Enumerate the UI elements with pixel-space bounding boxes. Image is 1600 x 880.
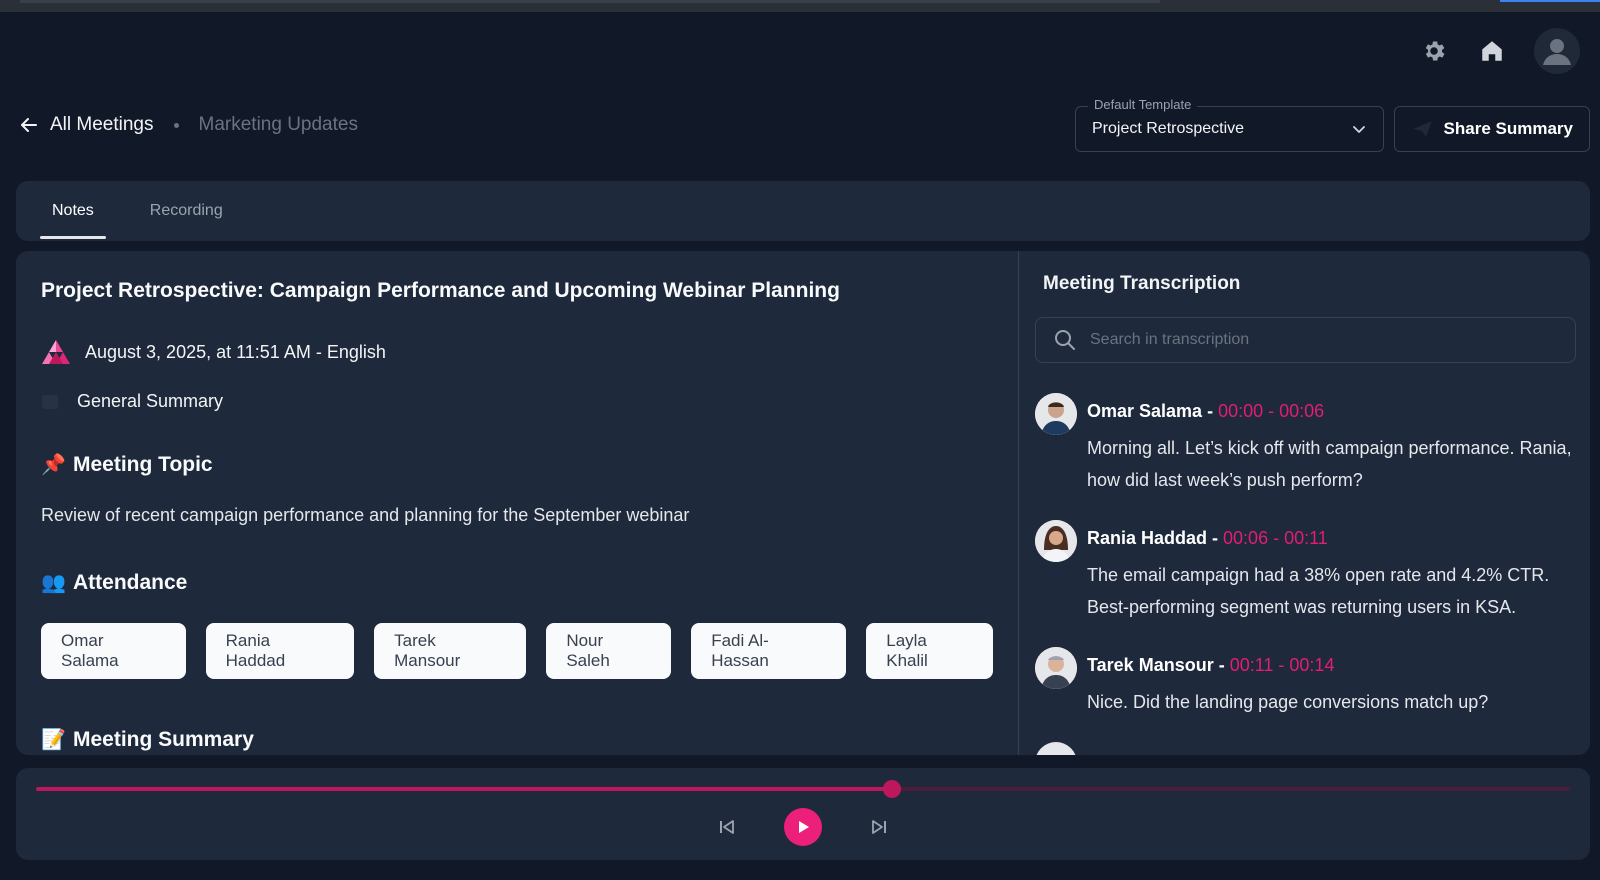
play-icon [799,821,809,833]
gear-icon[interactable] [1418,35,1450,67]
transcript-entry[interactable]: Omar Salama - 00:00 - 00:06 Morning all.… [1035,393,1574,496]
timestamp[interactable]: 00:06 - 00:11 [1223,528,1328,548]
home-icon[interactable] [1476,35,1508,67]
transcript-search-input[interactable] [1090,331,1557,349]
browser-strip [0,0,1600,12]
attendee-chip[interactable]: Fadi Al-Hassan [691,623,847,679]
speaker-avatar [1035,647,1077,689]
notes-title: Project Retrospective: Campaign Performa… [41,279,840,302]
attendee-chip[interactable]: Nour Saleh [546,623,672,679]
summary-heading: 📝 Meeting Summary [41,727,993,752]
play-button[interactable] [784,808,822,846]
template-select[interactable]: Default Template Project Retrospective [1075,97,1384,152]
strip-bar [20,0,1160,3]
speaker-name: Tarek Mansour [1087,655,1214,675]
attendance-heading: 👥 Attendance [41,570,993,595]
transcript-text: The email campaign had a 38% open rate a… [1087,565,1550,617]
share-summary-label: Share Summary [1443,119,1573,138]
topic-heading-label: Meeting Topic [73,452,213,476]
audio-player [16,768,1590,860]
top-icons [1418,28,1580,74]
attendee-chip[interactable]: Rania Haddad [205,623,355,679]
speaker-separator: - [1202,401,1219,421]
progress-fill [36,787,892,791]
attendance-heading-label: Attendance [73,570,188,594]
transcript-entry-partial [1035,742,1574,755]
transcript-text: Nice. Did the landing page conversions m… [1087,692,1489,712]
memo-icon: 📝 [41,729,66,751]
breadcrumb: All Meetings Marketing Updates [20,114,358,136]
share-summary-button[interactable]: Share Summary [1394,106,1590,152]
brand-logo-icon [42,340,70,364]
summary-type: General Summary [41,391,993,412]
pushpin-icon: 📌 [41,454,66,476]
transcript-panel: Meeting Transcription Omar Salama - 00:0… [1019,251,1590,755]
transcript-search [1035,317,1576,363]
chevron-down-icon [1353,126,1365,133]
meeting-date-line: August 3, 2025, at 11:51 AM - English [85,341,386,362]
attendee-chip[interactable]: Tarek Mansour [374,623,527,679]
summary-heading-label: Meeting Summary [73,727,254,751]
main-panel: Project Retrospective: Campaign Performa… [16,251,1590,755]
notes-panel: Project Retrospective: Campaign Performa… [16,251,1018,755]
all-meetings-label: All Meetings [50,114,154,135]
meeting-meta: August 3, 2025, at 11:51 AM - English [41,339,993,365]
share-icon [1412,121,1432,137]
strip-accent [1500,0,1600,2]
template-value: Project Retrospective [1092,120,1245,137]
template-label: Default Template [1088,97,1198,112]
back-to-meetings-link[interactable]: All Meetings [20,114,154,136]
summary-type-label: General Summary [77,391,224,411]
speaker-separator: - [1207,528,1224,548]
transcript-title: Meeting Transcription [1043,273,1241,294]
people-icon: 👥 [41,572,66,594]
tab-bar: Notes Recording [16,181,1590,241]
speaker-name: Rania Haddad [1087,528,1208,548]
skip-forward-icon[interactable] [866,814,892,840]
attendee-list: Omar Salama Rania Haddad Tarek Mansour N… [41,623,993,679]
attendee-chip[interactable]: Layla Khalil [866,623,993,679]
breadcrumb-current: Marketing Updates [198,114,358,135]
speaker-avatar [1035,520,1077,562]
transcript-entry[interactable]: Tarek Mansour - 00:11 - 00:14 Nice. Did … [1035,647,1574,718]
transcript-text: Morning all. Let’s kick off with campaig… [1087,438,1572,490]
user-avatar-icon[interactable] [1534,28,1580,74]
tab-notes[interactable]: Notes [28,181,118,241]
timestamp[interactable]: 00:00 - 00:06 [1218,401,1324,421]
speaker-separator: - [1213,655,1230,675]
search-icon [1055,330,1075,350]
timestamp[interactable]: 00:11 - 00:14 [1230,655,1335,675]
speaker-name: Omar Salama [1087,401,1203,421]
breadcrumb-separator [173,122,179,128]
attendee-chip[interactable]: Omar Salama [41,623,186,679]
player-controls [16,808,1590,846]
progress-track[interactable] [36,780,1570,798]
summary-type-icon [42,394,58,409]
progress-thumb[interactable] [882,780,901,798]
tab-recording[interactable]: Recording [126,181,247,241]
skip-back-icon[interactable] [714,814,740,840]
topic-heading: 📌 Meeting Topic [41,452,993,477]
transcript-entry[interactable]: Rania Haddad - 00:06 - 00:11 The email c… [1035,520,1574,623]
speaker-avatar [1035,742,1077,755]
topic-text: Review of recent campaign performance an… [41,505,690,525]
arrow-left-icon [21,118,37,132]
speaker-avatar [1035,393,1077,435]
